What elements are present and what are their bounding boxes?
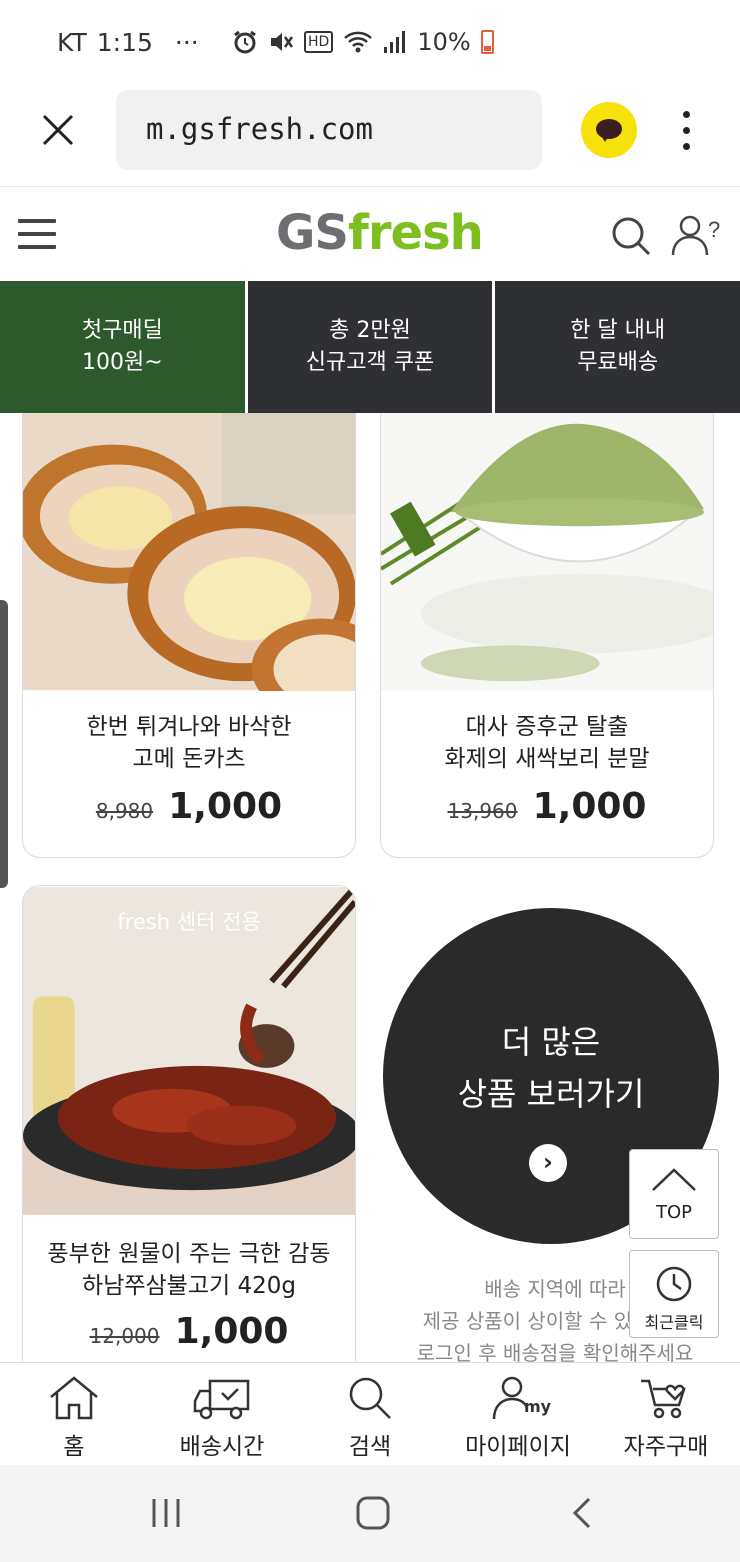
signal-icon [384, 31, 406, 53]
original-price: 8,980 [95, 799, 154, 823]
scroll-top-label: TOP [655, 1202, 693, 1223]
promo-tab-line2: 무료배송 [577, 350, 659, 375]
logo-fresh: fresh [347, 205, 484, 261]
product-name-line2: 화제의 새싹보리 분말 [444, 746, 650, 772]
system-navigation-bar [0, 1465, 740, 1562]
nav-label: 자주구매 [623, 1434, 709, 1460]
promo-tab-free-delivery[interactable]: 한 달 내내무료배송 [495, 281, 740, 413]
wifi-icon [344, 31, 373, 53]
nav-label: 검색 [348, 1434, 392, 1460]
promo-tab-line1: 한 달 내내 [570, 318, 666, 343]
chevron-up-icon [652, 1168, 696, 1191]
product-name: 풍부한 원물이 주는 극한 감동 하남쭈삼불고기 420g [23, 1238, 355, 1302]
svg-text:?: ? [708, 217, 720, 242]
status-bar: KT 1:15 ··· HD 10% [0, 0, 740, 88]
hamburger-icon[interactable] [18, 219, 56, 249]
cart-heart-icon [641, 1379, 686, 1419]
user-help-icon[interactable]: ? [670, 213, 722, 257]
nav-delivery-time[interactable]: 배송시간 [148, 1363, 296, 1465]
product-name-line1: 대사 증후군 탈출 [465, 714, 629, 740]
search-icon [349, 1377, 391, 1419]
nav-label: 마이페이지 [465, 1434, 571, 1460]
side-drawer-handle[interactable] [0, 600, 8, 888]
battery-percent: 10% [417, 28, 471, 56]
product-price: 8,980 1,000 [23, 786, 355, 827]
nav-my-page[interactable]: my 마이페이지 [444, 1363, 592, 1465]
my-page-icon-text: my [524, 1397, 552, 1416]
product-name: 한번 튀겨나와 바삭한 고메 돈카츠 [23, 711, 355, 775]
promo-tab-first-purchase[interactable]: 첫구매딜 100원~ [0, 281, 245, 413]
home-icon [50, 1376, 98, 1420]
status-left: KT 1:15 ··· [57, 28, 199, 57]
promo-tab-line1: 첫구매딜 [81, 318, 163, 343]
notification-dots: ··· [174, 28, 199, 57]
more-vertical-icon[interactable] [674, 108, 698, 152]
product-image-barley-powder [381, 413, 713, 691]
nav-frequent-purchase[interactable]: 자주구매 [592, 1363, 740, 1465]
bottom-navigation: 홈 배송시간 검색 my 마이페이지 자주구매 [0, 1362, 740, 1465]
more-line1: 더 많은 [501, 1023, 601, 1061]
nav-label: 배송시간 [179, 1434, 265, 1460]
browser-toolbar: m.gsfresh.com [0, 88, 740, 186]
scroll-top-button[interactable]: TOP [629, 1149, 719, 1239]
recent-click-label: 최근클릭 [644, 1313, 704, 1332]
chevron-right-icon: › [529, 1144, 567, 1182]
product-name-line2: 하남쭈삼불고기 420g [82, 1273, 296, 1299]
gsfresh-logo[interactable]: GSfresh [276, 205, 484, 261]
recent-apps-icon[interactable] [148, 1495, 184, 1531]
product-name-line1: 한번 튀겨나와 바삭한 [86, 714, 292, 740]
site-header: GSfresh ? [0, 186, 740, 281]
home-button-icon[interactable] [355, 1495, 391, 1531]
address-bar[interactable]: m.gsfresh.com [116, 90, 542, 170]
product-price: 13,960 1,000 [381, 786, 713, 827]
more-line2: 상품 보러가기 [457, 1075, 645, 1113]
promo-tab-new-coupon[interactable]: 총 2만원신규고객 쿠폰 [247, 281, 493, 413]
alarm-icon [234, 30, 256, 54]
recent-click-button[interactable]: 최근클릭 [629, 1250, 719, 1338]
clock-icon [656, 1266, 692, 1302]
promo-tab-line1: 총 2만원 [329, 318, 411, 343]
search-icon[interactable] [610, 215, 652, 257]
battery-icon [480, 30, 494, 54]
sale-price: 1,000 [532, 786, 647, 827]
promo-tabs: 첫구매딜 100원~ 총 2만원신규고객 쿠폰 한 달 내내무료배송 [0, 281, 740, 413]
back-icon[interactable] [565, 1495, 601, 1531]
close-icon[interactable] [38, 108, 78, 152]
carrier-label: KT [57, 28, 87, 57]
hd-badge: HD [304, 31, 334, 53]
logo-gs: GS [276, 205, 349, 261]
status-right: HD 10% [232, 28, 494, 56]
notice-line3: 로그인 후 배송점을 확인해주세요 [416, 1341, 694, 1363]
original-price: 12,000 [89, 1324, 160, 1348]
nav-search[interactable]: 검색 [296, 1363, 444, 1465]
nav-label: 홈 [63, 1434, 85, 1460]
product-name: 대사 증후군 탈출 화제의 새싹보리 분말 [381, 711, 713, 775]
sale-price: 1,000 [168, 786, 283, 827]
clock: 1:15 [96, 28, 153, 57]
promo-tab-line2: 100원~ [81, 350, 163, 375]
promo-tab-line2: 신규고객 쿠폰 [305, 350, 435, 375]
product-card[interactable]: 대사 증후군 탈출 화제의 새싹보리 분말 13,960 1,000 [380, 413, 714, 858]
product-card[interactable]: fresh 센터 전용 풍부한 원물이 주는 극한 감동 하남쭈삼불고기 420… [22, 885, 356, 1363]
original-price: 13,960 [447, 799, 518, 823]
nav-home[interactable]: 홈 [0, 1363, 148, 1465]
product-price: 12,000 1,000 [23, 1311, 355, 1352]
product-image-tonkatsu [23, 413, 355, 691]
product-name-line1: 풍부한 원물이 주는 극한 감동 [47, 1241, 331, 1267]
url-text: m.gsfresh.com [146, 112, 373, 146]
delivery-truck-icon [193, 1379, 250, 1420]
product-badge: fresh 센터 전용 [117, 910, 261, 934]
kakaotalk-icon[interactable] [581, 102, 637, 158]
mute-icon [271, 33, 294, 51]
product-card[interactable]: 한번 튀겨나와 바삭한 고메 돈카츠 8,980 1,000 [22, 413, 356, 858]
sale-price: 1,000 [174, 1311, 289, 1352]
product-name-line2: 고메 돈카츠 [132, 746, 246, 772]
